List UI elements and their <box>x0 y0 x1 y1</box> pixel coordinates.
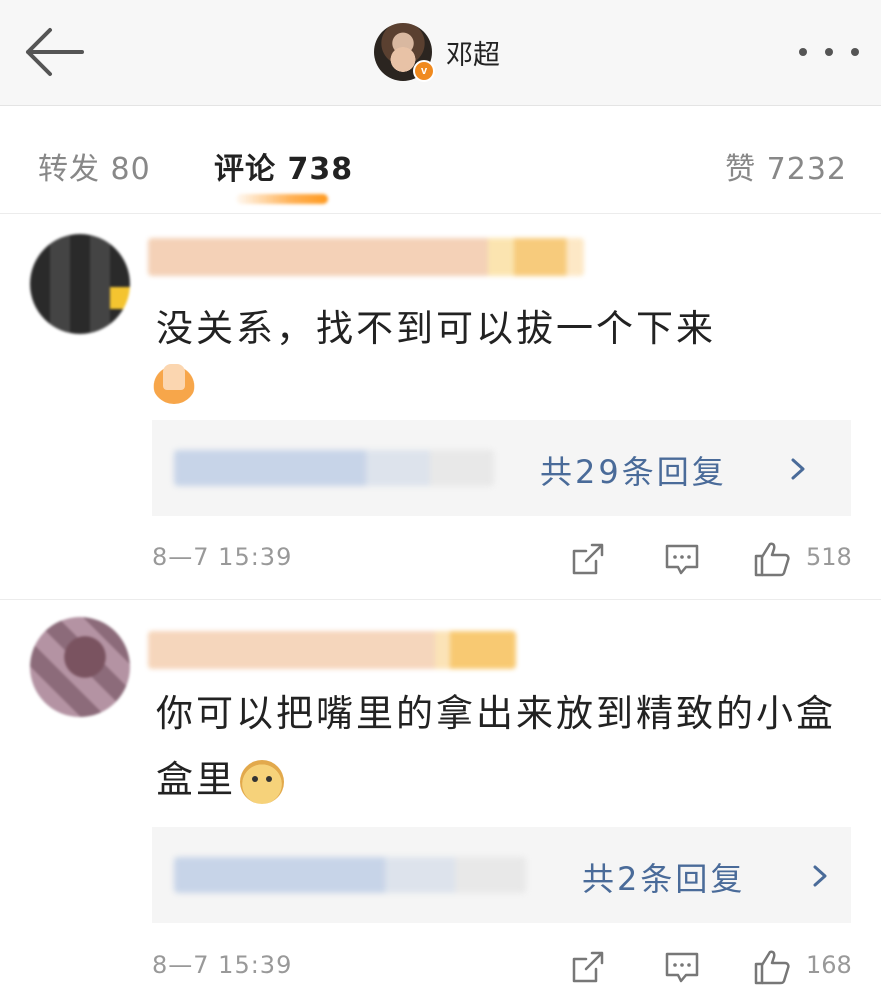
comment-icon[interactable] <box>662 947 702 987</box>
dot-icon <box>799 48 807 56</box>
like-count: 168 <box>806 951 852 979</box>
top-bar: v 邓超 <box>0 0 881 106</box>
active-tab-indicator <box>236 194 328 204</box>
back-arrow-icon <box>26 28 84 76</box>
view-replies-link[interactable]: 共29条回复 <box>540 447 727 493</box>
author-name: 邓超 <box>446 39 500 71</box>
like-icon[interactable] <box>752 947 792 987</box>
comment-time: 8—7 15:39 <box>152 543 293 571</box>
replies-preview[interactable]: 共2条回复 <box>152 827 851 923</box>
dot-icon <box>825 48 833 56</box>
comment-item: 你可以把嘴里的拿出来放到精致的小盒盒里 共2条回复 8—7 15:39 168 <box>0 601 881 1000</box>
commenter-avatar[interactable] <box>30 617 130 717</box>
commenter-name-blurred[interactable] <box>148 238 584 276</box>
view-replies-link[interactable]: 共2条回复 <box>582 854 745 900</box>
folded-hands-emoji-icon <box>152 360 196 404</box>
chevron-right-icon <box>791 458 805 480</box>
comment-meta: 8—7 15:39 168 <box>152 943 852 993</box>
doge-emoji-icon <box>240 759 284 804</box>
like-icon[interactable] <box>752 539 792 579</box>
dot-icon <box>851 48 859 56</box>
like-count: 518 <box>806 543 852 571</box>
comment-meta: 8—7 15:39 518 <box>152 535 852 585</box>
comment-time: 8—7 15:39 <box>152 951 293 979</box>
commenter-avatar[interactable] <box>30 234 130 334</box>
commenter-name-blurred[interactable] <box>148 631 516 669</box>
comment-icon[interactable] <box>662 539 702 579</box>
tab-repost[interactable]: 转发 80 <box>38 144 151 188</box>
author-title[interactable]: v 邓超 <box>374 22 500 82</box>
more-button[interactable] <box>799 42 859 62</box>
reply-preview-blurred <box>174 450 494 486</box>
share-icon[interactable] <box>568 947 608 987</box>
chevron-right-icon <box>813 865 827 887</box>
reply-preview-blurred <box>174 857 526 893</box>
replies-preview[interactable]: 共29条回复 <box>152 420 851 516</box>
comment-item: 没关系，找不到可以拔一个下来 共29条回复 8—7 15:39 518 <box>0 214 881 600</box>
author-avatar[interactable]: v <box>374 23 435 82</box>
comment-text: 你可以把嘴里的拿出来放到精致的小盒盒里 <box>156 681 841 813</box>
tab-like[interactable]: 赞 7232 <box>725 144 847 188</box>
tab-comment[interactable]: 评论 738 <box>214 144 353 188</box>
tab-bar: 转发 80 评论 738 赞 7232 <box>0 106 881 214</box>
share-icon[interactable] <box>568 539 608 579</box>
back-button[interactable] <box>20 24 90 80</box>
verified-badge: v <box>413 60 435 82</box>
comment-text: 没关系，找不到可以拔一个下来 <box>156 307 716 350</box>
